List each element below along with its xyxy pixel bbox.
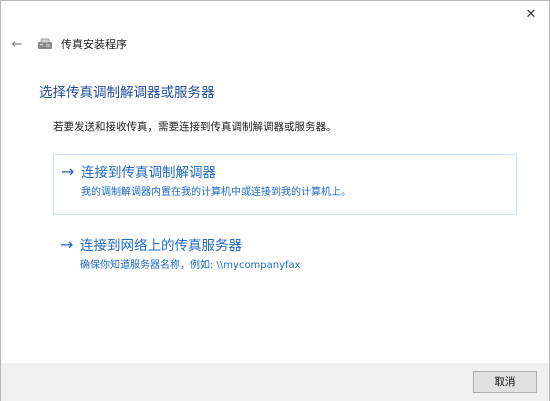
back-arrow-icon: ← <box>11 36 23 52</box>
instruction-text: 若要发送和接收传真，需要连接到传真调制解调器或服务器。 <box>53 121 337 133</box>
option-title: 连接到传真调制解调器 <box>81 165 216 181</box>
option-header: → 连接到传真调制解调器 <box>61 161 216 182</box>
footer-bar: 取消 <box>1 363 549 401</box>
fax-icon <box>38 38 52 49</box>
option-connect-fax-modem[interactable]: → 连接到传真调制解调器 我的调制解调器内置在我的计算机中或连接到我的计算机上。 <box>53 154 517 215</box>
arrow-right-icon: → <box>60 234 74 254</box>
option-description: 确保你知道服务器名称，例如: \\mycompanyfax <box>80 260 301 271</box>
close-icon: ✕ <box>525 7 537 22</box>
window-title: 传真安装程序 <box>61 38 127 51</box>
cancel-button[interactable]: 取消 <box>473 371 537 393</box>
option-header: → 连接到网络上的传真服务器 <box>60 234 242 255</box>
arrow-right-icon: → <box>61 161 75 181</box>
fax-setup-window: ✕ ← 传真安装程序 选择传真调制解调器或服务器 若要发送和接收传真，需要连接到… <box>0 0 550 401</box>
title-bar: ← 传真安装程序 <box>1 31 549 57</box>
page-heading: 选择传真调制解调器或服务器 <box>39 85 215 101</box>
back-button[interactable]: ← <box>7 37 27 52</box>
option-description: 我的调制解调器内置在我的计算机中或连接到我的计算机上。 <box>81 187 351 198</box>
close-button[interactable]: ✕ <box>523 7 539 23</box>
option-title: 连接到网络上的传真服务器 <box>80 238 242 254</box>
option-connect-fax-server[interactable]: → 连接到网络上的传真服务器 确保你知道服务器名称，例如: \\mycompan… <box>53 230 517 276</box>
